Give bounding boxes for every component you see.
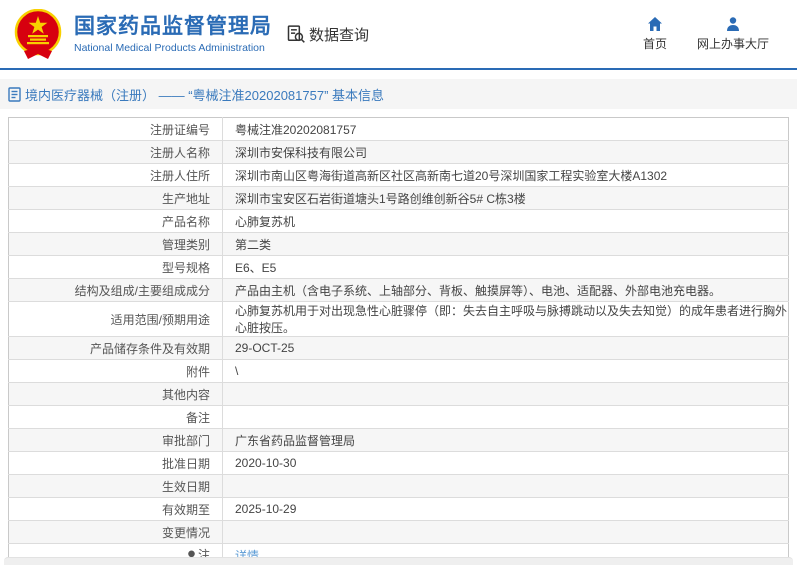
row-label-text: 其他内容 [161, 387, 210, 402]
row-value: 29-OCT-25 [222, 336, 789, 360]
table-row: 批准日期 2020-10-30 [8, 451, 789, 475]
row-label-text: 生产地址 [161, 191, 210, 206]
row-label-text: 注册人名称 [149, 145, 210, 160]
row-value: 心肺复苏机 [222, 209, 789, 233]
row-value [222, 474, 789, 498]
row-label-text: 批准日期 [161, 456, 210, 471]
row-label: 生产地址 [8, 186, 223, 210]
header: 国家药品监督管理局 National Medical Products Admi… [0, 0, 797, 70]
table-row: 备注 [8, 405, 789, 429]
table-row: 生效日期 [8, 474, 789, 498]
row-label-text: 型号规格 [161, 260, 210, 275]
row-label: 备注 [8, 405, 223, 429]
row-label: 产品储存条件及有效期 [8, 336, 223, 360]
row-value: 产品由主机（含电子系统、上轴部分、背板、触摸屏等）、电池、适配器、外部电池充电器… [222, 278, 789, 302]
row-value: 深圳市南山区粤海街道高新区社区高新南七道20号深圳国家工程实验室大楼A1302 [222, 163, 789, 187]
table-row: 产品储存条件及有效期 29-OCT-25 [8, 336, 789, 360]
footer-strip [4, 557, 793, 565]
row-value: 第二类 [222, 232, 789, 256]
row-label-text: 注册证编号 [149, 122, 210, 137]
row-label-text: 适用范围/预期用途 [110, 312, 210, 327]
row-label: 注册证编号 [8, 117, 223, 141]
national-emblem-logo [14, 9, 62, 59]
registration-info-table-wrap: 注册证编号 粤械注准20202081757 注册人名称 深圳市安保科技有限公司 … [8, 117, 789, 565]
row-value [222, 382, 789, 406]
row-label: 审批部门 [8, 428, 223, 452]
row-label-text: 审批部门 [161, 433, 210, 448]
table-row: 结构及组成/主要组成成分 产品由主机（含电子系统、上轴部分、背板、触摸屏等）、电… [8, 278, 789, 302]
row-label-text: 附件 [185, 364, 210, 379]
row-label: 产品名称 [8, 209, 223, 233]
row-label-text: 产品储存条件及有效期 [89, 341, 210, 356]
table-row: 适用范围/预期用途 心肺复苏机用于对出现急性心脏骤停（即：失去自主呼吸与脉搏跳动… [8, 301, 789, 337]
table-row: 生产地址 深圳市宝安区石岩街道塘头1号路创维创新谷5# C栋3楼 [8, 186, 789, 210]
table-row: 审批部门 广东省药品监督管理局 [8, 428, 789, 452]
site-title-block: 国家药品监督管理局 National Medical Products Admi… [74, 14, 272, 53]
top-nav: 首页 网上办事大厅 [643, 16, 769, 52]
breadcrumb-text: 境内医疗器械（注册） —— “粤械注准20202081757” 基本信息 [25, 87, 385, 103]
row-value: 广东省药品监督管理局 [222, 428, 789, 452]
table-row: 管理类别 第二类 [8, 232, 789, 256]
nav-home-label: 首页 [642, 37, 667, 51]
registration-info-table: 注册证编号 粤械注准20202081757 注册人名称 深圳市安保科技有限公司 … [8, 117, 789, 565]
row-label: 有效期至 [8, 497, 223, 521]
row-value: 2020-10-30 [222, 451, 789, 475]
row-value: E6、E5 [222, 255, 789, 279]
person-icon [726, 17, 739, 31]
row-label: 注册人名称 [8, 140, 223, 164]
row-label: 型号规格 [8, 255, 223, 279]
row-label: 附件 [8, 359, 223, 383]
row-value: 心肺复苏机用于对出现急性心脏骤停（即：失去自主呼吸与脉搏跳动以及失去知觉）的成年… [222, 301, 789, 337]
site-title: 国家药品监督管理局 [74, 15, 272, 39]
data-query-label: 数据查询 [309, 26, 370, 44]
row-value: \ [222, 359, 789, 383]
site-subtitle: National Medical Products Administration [74, 41, 265, 54]
table-row: 注册人住所 深圳市南山区粤海街道高新区社区高新南七道20号深圳国家工程实验室大楼… [8, 163, 789, 187]
row-label: 批准日期 [8, 451, 223, 475]
row-label-text: 产品名称 [161, 214, 210, 229]
table-row: 产品名称 心肺复苏机 [8, 209, 789, 233]
row-value: 2025-10-29 [222, 497, 789, 521]
row-value [222, 520, 789, 544]
row-label: 生效日期 [8, 474, 223, 498]
table-row: 其他内容 [8, 382, 789, 406]
breadcrumb-bar: 境内医疗器械（注册） —— “粤械注准20202081757” 基本信息 [0, 79, 797, 109]
row-label-text: 注册人住所 [149, 168, 210, 183]
document-icon [8, 86, 21, 102]
row-value: 深圳市宝安区石岩街道塘头1号路创维创新谷5# C栋3楼 [222, 186, 789, 210]
nav-online-hall[interactable]: 网上办事大厅 [697, 16, 769, 52]
home-icon [647, 17, 662, 31]
row-value [222, 405, 789, 429]
nav-home[interactable]: 首页 [643, 16, 667, 52]
table-row: 附件 \ [8, 359, 789, 383]
row-label-text: 管理类别 [161, 237, 210, 252]
table-row: 注册人名称 深圳市安保科技有限公司 [8, 140, 789, 164]
info-table-body: 注册证编号 粤械注准20202081757 注册人名称 深圳市安保科技有限公司 … [8, 117, 789, 565]
row-label-text: 变更情况 [161, 525, 210, 540]
row-label-text: 生效日期 [161, 479, 210, 494]
row-label: 适用范围/预期用途 [8, 301, 223, 337]
table-row: 变更情况 [8, 520, 789, 544]
row-label-text: 有效期至 [161, 502, 210, 517]
nav-online-hall-label: 网上办事大厅 [696, 37, 769, 51]
row-label: 注册人住所 [8, 163, 223, 187]
row-label: 其他内容 [8, 382, 223, 406]
breadcrumb: 境内医疗器械（注册） —— “粤械注准20202081757” 基本信息 [8, 85, 384, 104]
row-label: 结构及组成/主要组成成分 [8, 278, 223, 302]
row-label: 变更情况 [8, 520, 223, 544]
document-search-icon [287, 25, 305, 43]
table-row: 有效期至 2025-10-29 [8, 497, 789, 521]
row-label-text: 备注 [185, 410, 210, 425]
row-value: 深圳市安保科技有限公司 [222, 140, 789, 164]
table-row: 型号规格 E6、E5 [8, 255, 789, 279]
data-query-nav[interactable]: 数据查询 [286, 24, 369, 45]
row-value: 粤械注准20202081757 [222, 117, 789, 141]
row-label-text: 结构及组成/主要组成成分 [74, 283, 210, 298]
table-row: 注册证编号 粤械注准20202081757 [8, 117, 789, 141]
row-label: 管理类别 [8, 232, 223, 256]
